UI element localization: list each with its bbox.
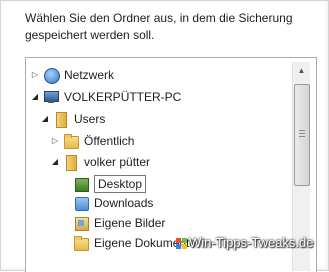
- computer-icon: [43, 89, 59, 105]
- tree-item-label: Users: [74, 112, 106, 126]
- instruction-text: Wählen Sie den Ordner aus, in dem die Si…: [25, 11, 293, 42]
- user-folder-icon: [63, 154, 79, 171]
- tree-item-label: VOLKERPÜTTER-PC: [64, 90, 182, 104]
- grip-line: [299, 133, 305, 134]
- folder-icon: [53, 111, 69, 128]
- tree-item-desktop[interactable]: Desktop: [73, 174, 147, 194]
- tree-item-label: Downloads: [94, 196, 154, 210]
- tree-item-users[interactable]: ◢ Users: [40, 109, 105, 129]
- documents-icon: [73, 235, 89, 251]
- collapse-arrow-icon[interactable]: ◢: [50, 152, 60, 172]
- scroll-up-arrow-icon[interactable]: ▲: [293, 62, 310, 79]
- expand-arrow-icon[interactable]: ▷: [30, 65, 40, 85]
- windows-logo-icon: [176, 237, 187, 249]
- tree-item-computer[interactable]: ◢ VOLKERPÜTTER-PC: [30, 87, 181, 107]
- downloads-icon: [73, 195, 89, 211]
- tree-item-label: Öffentlich: [84, 134, 135, 148]
- desktop-icon: [73, 176, 89, 192]
- network-icon: [43, 67, 60, 84]
- tree-item-label: Netzwerk: [64, 68, 115, 82]
- collapse-arrow-icon[interactable]: ◢: [40, 109, 50, 129]
- expand-arrow-icon[interactable]: ▷: [50, 131, 60, 151]
- folder-icon: [63, 133, 79, 149]
- tree-item-volker-puetter[interactable]: ◢ volker pütter: [50, 152, 150, 172]
- collapse-arrow-icon[interactable]: ◢: [30, 87, 40, 107]
- tree-item-label: Desktop: [94, 175, 147, 193]
- tree-item-netzwerk[interactable]: ▷ Netzwerk: [30, 65, 114, 85]
- tree-item-label: volker pütter: [84, 155, 151, 169]
- tree-item-oeffentlich[interactable]: ▷ Öffentlich: [50, 131, 134, 151]
- grip-line: [299, 130, 305, 131]
- pictures-icon: [73, 215, 89, 231]
- tree-item-downloads[interactable]: Downloads: [73, 193, 153, 213]
- watermark-text: Win-Tipps-Tweaks.de: [189, 235, 314, 250]
- watermark: Win-Tipps-Tweaks.de: [176, 233, 314, 253]
- grip-line: [299, 136, 305, 137]
- tree-item-label: Eigene Bilder: [94, 216, 166, 230]
- scroll-thumb[interactable]: [294, 84, 310, 186]
- tree-item-eigene-bilder[interactable]: Eigene Bilder: [73, 213, 165, 233]
